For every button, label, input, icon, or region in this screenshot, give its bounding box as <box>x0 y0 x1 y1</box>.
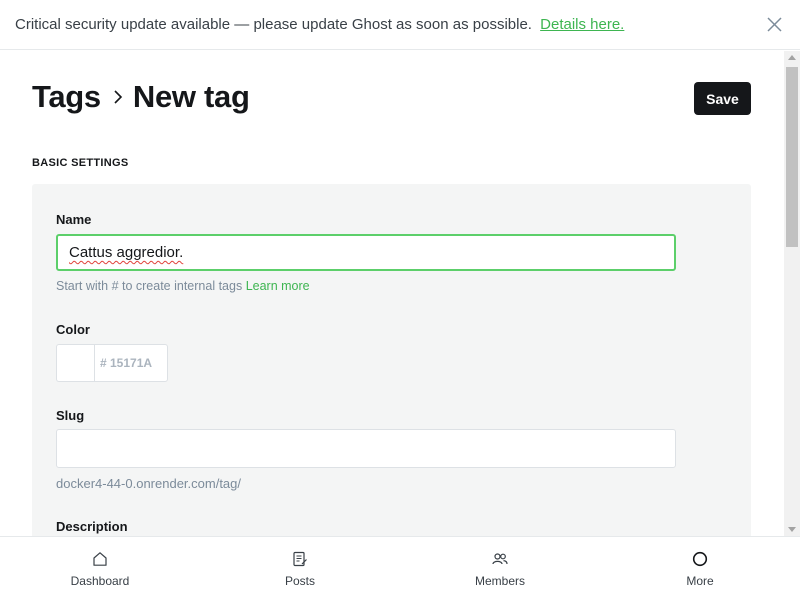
security-update-banner: Critical security update available — ple… <box>0 0 800 50</box>
color-hex-input[interactable]: # 15171A <box>94 344 168 382</box>
banner-message: Critical security update available — ple… <box>15 16 624 33</box>
nav-item-members[interactable]: Members <box>400 537 600 601</box>
nav-label-more: More <box>686 574 714 588</box>
learn-more-link[interactable]: Learn more <box>246 279 310 293</box>
name-label: Name <box>56 212 92 227</box>
main-content: Tags New tag Save BASIC SETTINGS Name Ca… <box>0 51 784 536</box>
chevron-right-icon <box>114 90 122 104</box>
nav-label-members: Members <box>474 574 525 588</box>
nav-label-dashboard: Dashboard <box>70 574 130 588</box>
scrollbar-thumb[interactable] <box>786 67 798 247</box>
posts-icon <box>293 551 307 567</box>
description-label: Description <box>56 519 128 534</box>
nav-label-posts: Posts <box>284 574 315 588</box>
bottom-navigation: Dashboard Posts Members More <box>0 536 800 600</box>
color-label: Color <box>56 322 90 337</box>
banner-text: Critical security update available — ple… <box>15 16 532 33</box>
nav-item-dashboard[interactable]: Dashboard <box>0 537 200 601</box>
section-heading-basic-settings: BASIC SETTINGS <box>32 157 129 169</box>
slug-label: Slug <box>56 408 85 423</box>
scroll-down-arrow-icon[interactable] <box>788 527 796 532</box>
members-icon <box>492 553 508 565</box>
banner-details-link[interactable]: Details here. <box>540 16 624 33</box>
name-input-value: Cattus aggredior. <box>69 244 184 261</box>
home-icon <box>93 552 107 566</box>
slug-input[interactable] <box>56 429 676 468</box>
name-hint: Start with # to create internal tags Lea… <box>56 279 310 293</box>
page-title: Tags New tag <box>32 79 250 115</box>
color-swatch[interactable] <box>56 344 94 382</box>
more-icon <box>692 551 708 567</box>
save-button[interactable]: Save <box>694 82 751 115</box>
name-input[interactable]: Cattus aggredior. <box>56 234 676 271</box>
scrollbar[interactable] <box>784 51 800 536</box>
nav-item-posts[interactable]: Posts <box>200 537 400 601</box>
name-hint-text: Start with # to create internal tags <box>56 279 243 293</box>
basic-settings-panel: Name Cattus aggredior. Start with # to c… <box>32 184 751 536</box>
scroll-up-arrow-icon[interactable] <box>788 55 796 60</box>
breadcrumb-tags-link[interactable]: Tags <box>32 79 101 115</box>
nav-item-more[interactable]: More <box>600 537 800 601</box>
slug-url-preview: docker4-44-0.onrender.com/tag/ <box>56 476 241 491</box>
page-title-text: New tag <box>132 79 250 114</box>
close-icon[interactable] <box>766 16 783 33</box>
